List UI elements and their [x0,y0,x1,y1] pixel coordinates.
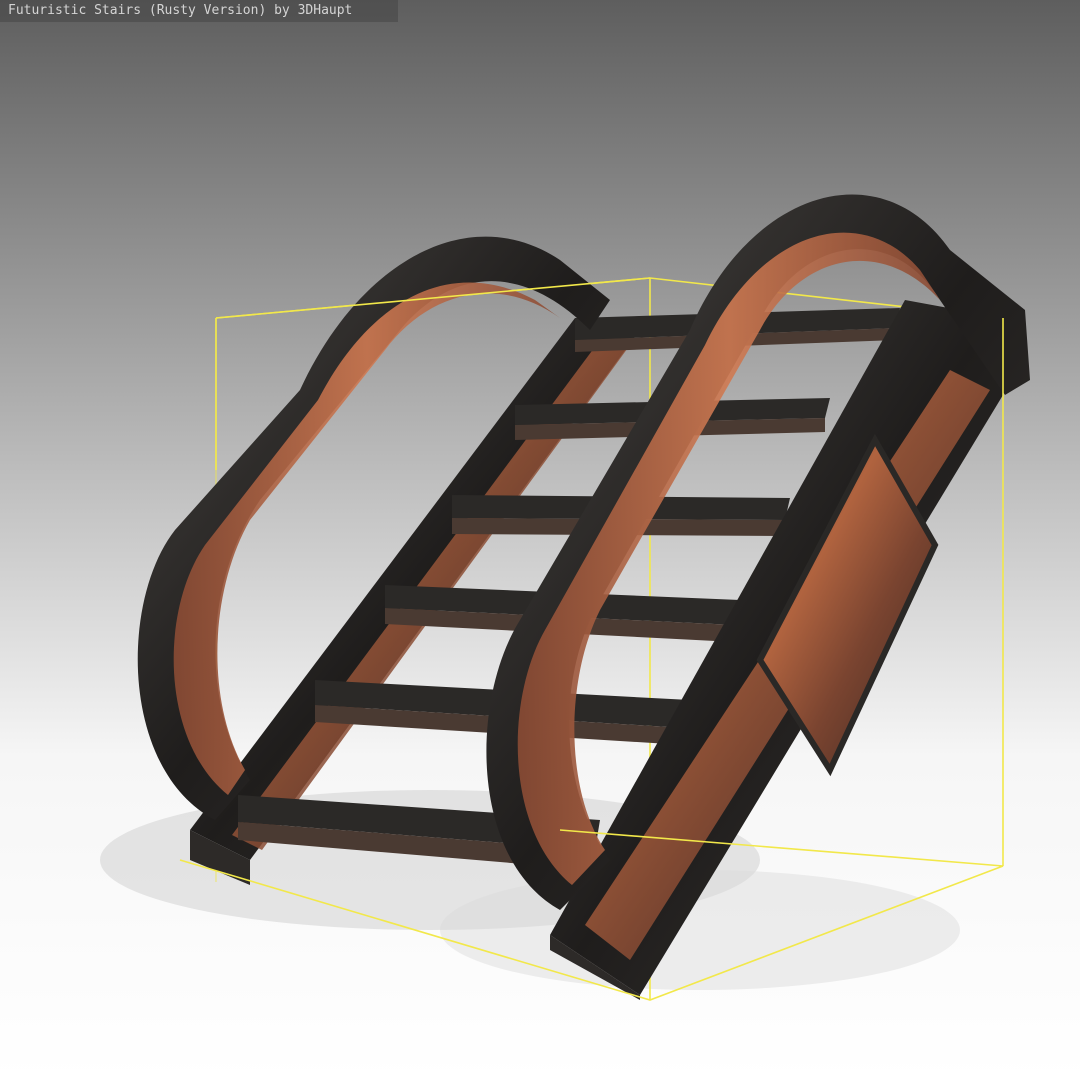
stairs-model-render[interactable] [0,0,1080,1080]
3d-viewport[interactable]: Futuristic Stairs (Rusty Version) by 3DH… [0,0,1080,1080]
